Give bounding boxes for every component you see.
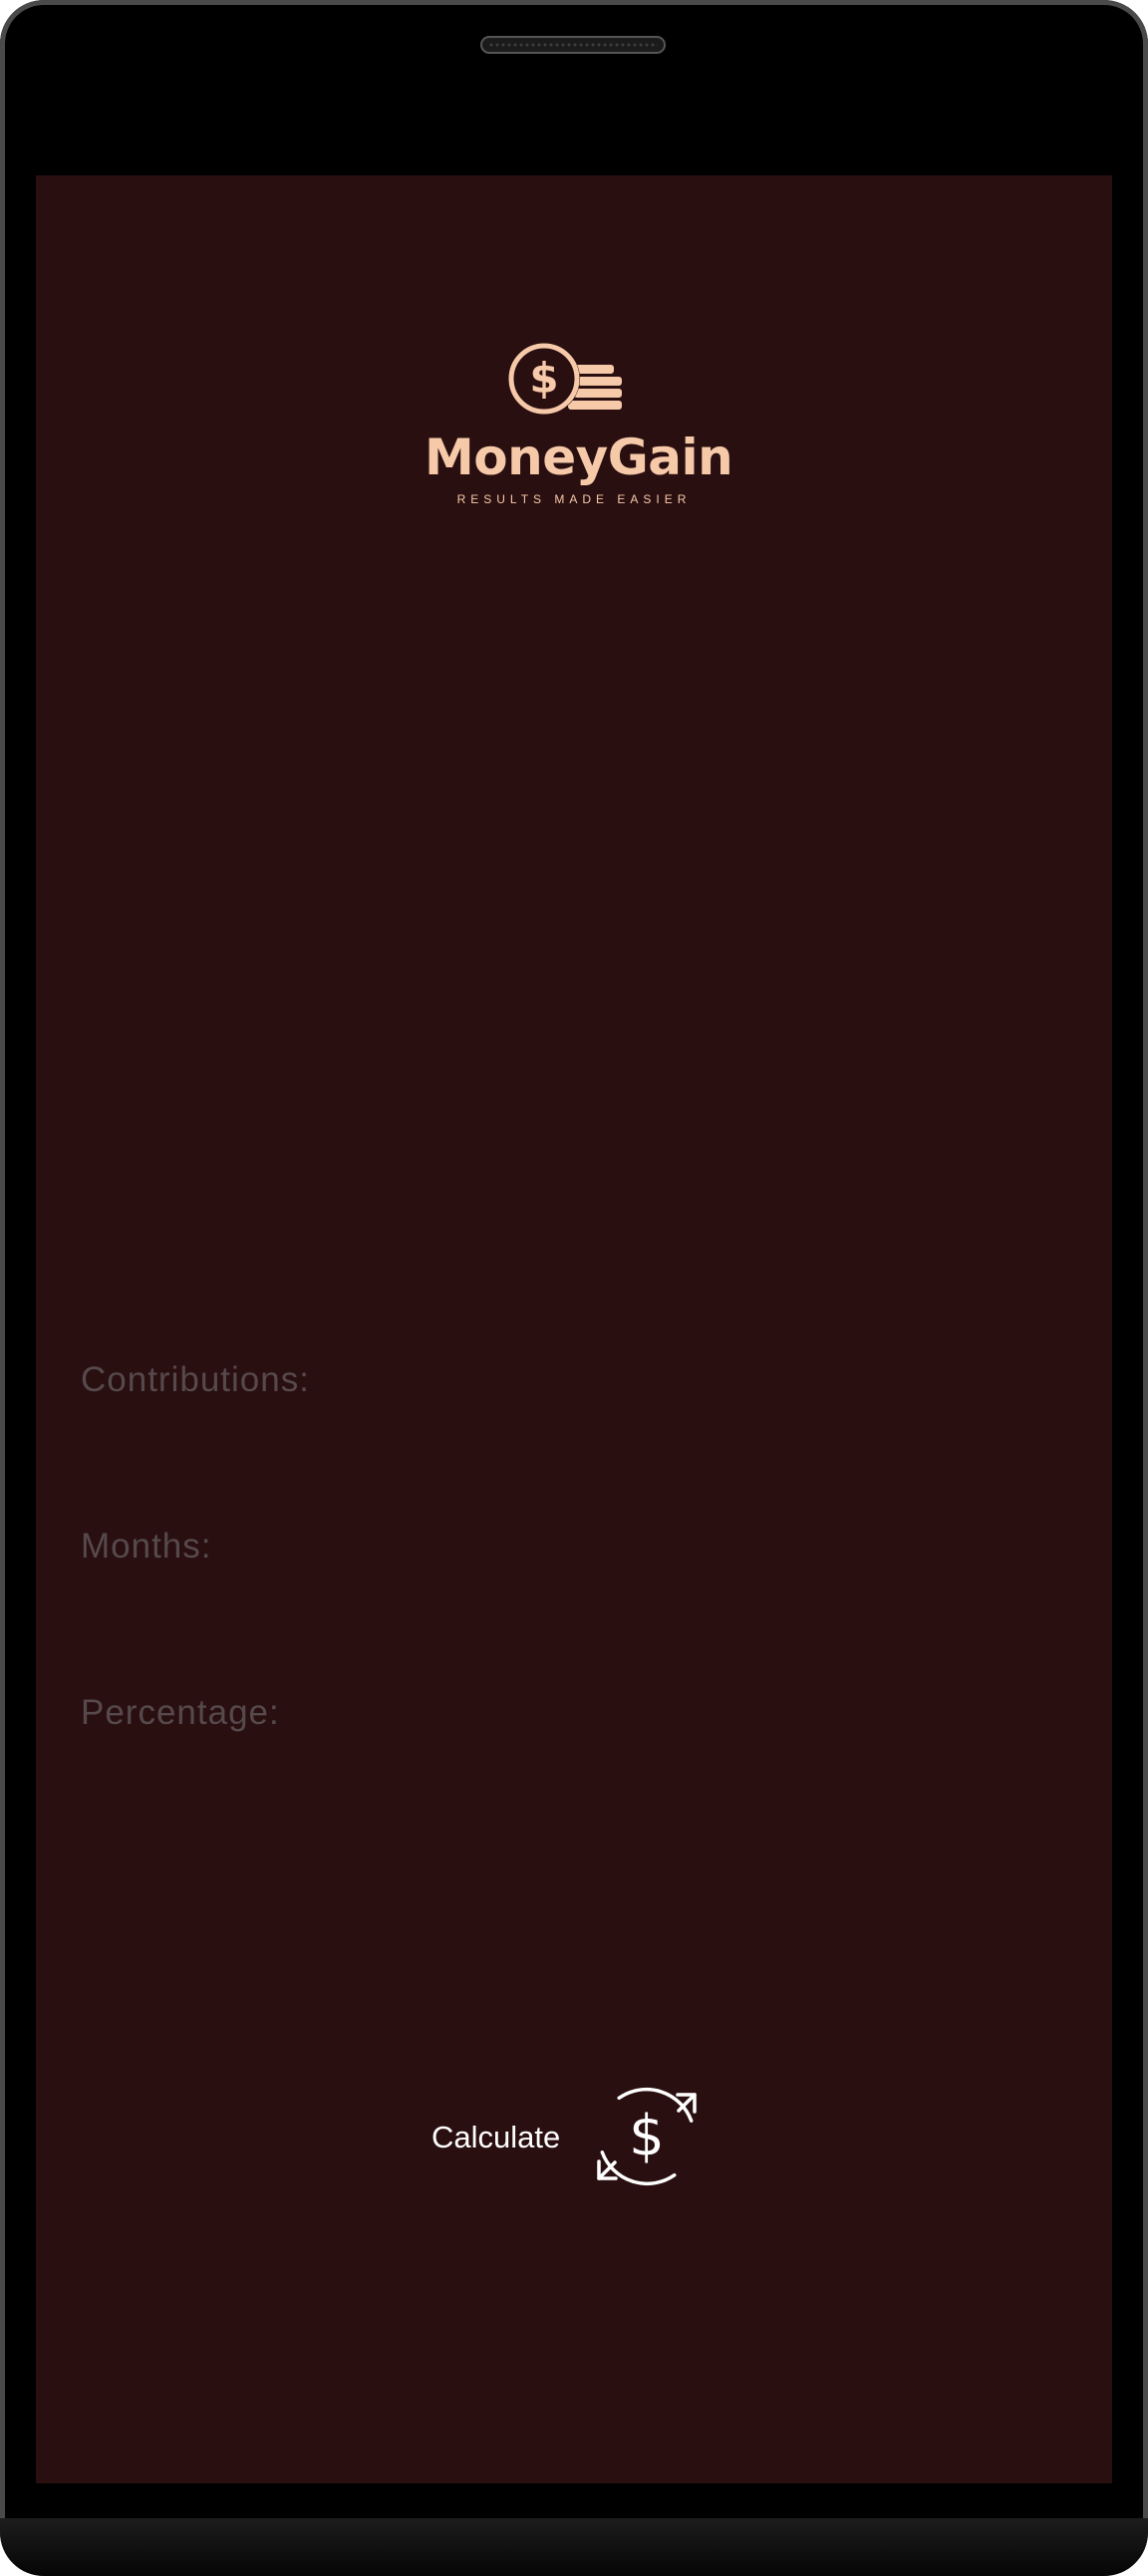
dollar-sync-icon[interactable]: $ <box>589 2079 705 2194</box>
svg-text:$: $ <box>629 2104 665 2168</box>
phone-bottom-bezel <box>0 2518 1148 2576</box>
app-screen: $ MoneyGain RESULTS MADE EASIER Contribu… <box>36 175 1112 2483</box>
calculate-label: Calculate <box>431 2120 561 2154</box>
calculate-button[interactable]: Calculate $ <box>431 2079 750 2198</box>
svg-text:$: $ <box>529 354 558 403</box>
months-field[interactable]: Months: <box>81 1526 212 1568</box>
dollar-coins-icon: $ <box>508 343 622 415</box>
brand-tagline: RESULTS MADE EASIER <box>456 492 692 506</box>
contributions-field[interactable]: Contributions: <box>81 1359 310 1401</box>
percentage-field[interactable]: Percentage: <box>81 1692 280 1734</box>
phone-frame: $ MoneyGain RESULTS MADE EASIER Contribu… <box>0 0 1148 2576</box>
brand-logo: $ MoneyGain RESULTS MADE EASIER <box>425 341 733 510</box>
brand-name: MoneyGain <box>425 429 733 486</box>
phone-speaker <box>480 36 666 54</box>
